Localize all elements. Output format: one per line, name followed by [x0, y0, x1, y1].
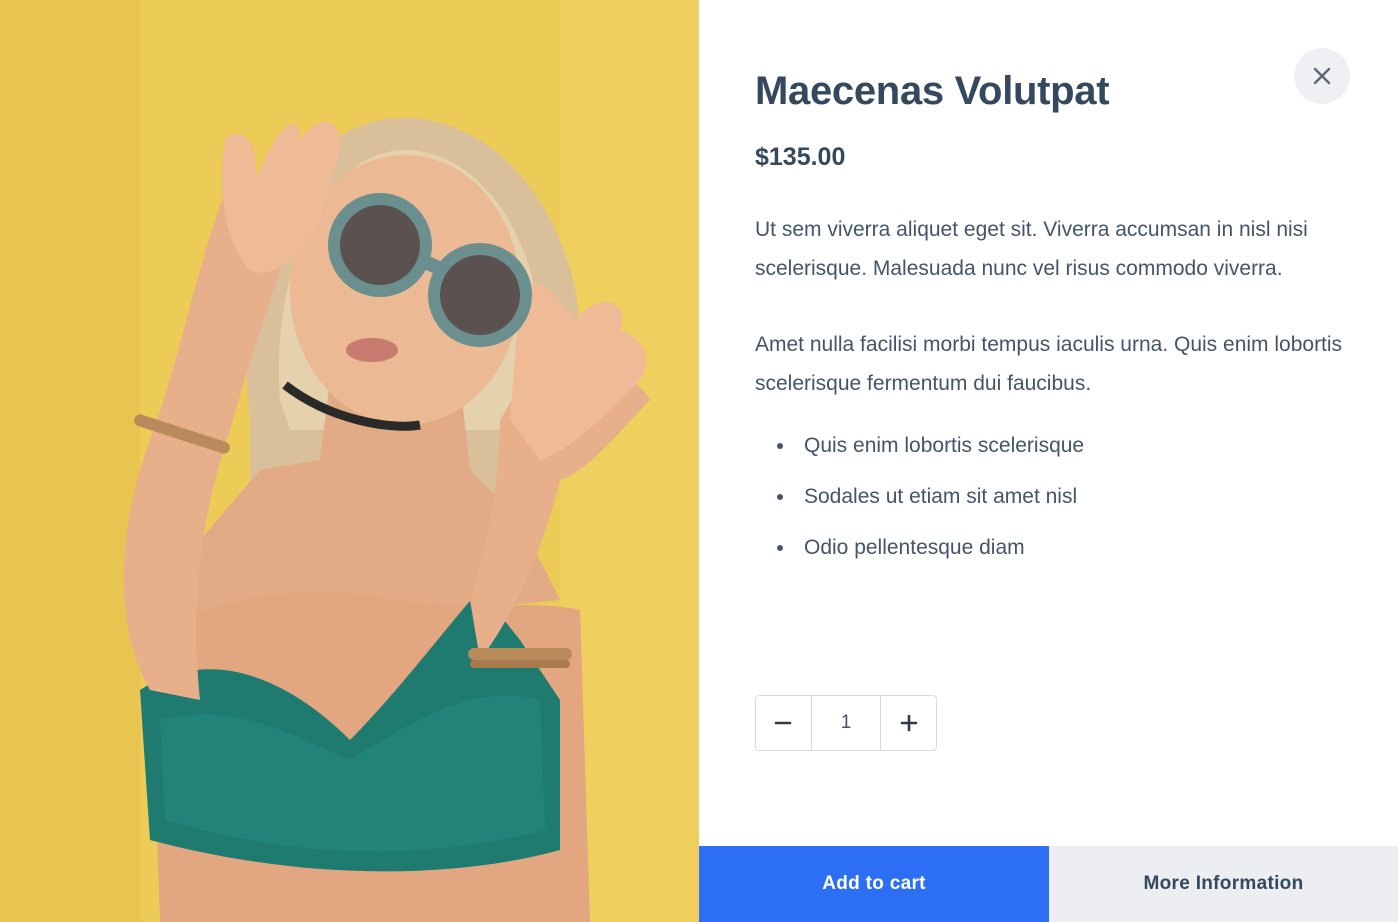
minus-icon	[775, 721, 792, 725]
plus-icon	[900, 714, 917, 732]
feature-list-item: Sodales ut etiam sit amet nisl	[755, 484, 1355, 535]
feature-list: Quis enim lobortis scelerisque Sodales u…	[755, 433, 1355, 586]
modal-actions: Add to cart More Information	[699, 846, 1398, 922]
add-to-cart-button[interactable]: Add to cart	[699, 846, 1049, 922]
feature-text: Sodales ut etiam sit amet nisl	[804, 485, 1078, 508]
feature-text: Quis enim lobortis scelerisque	[804, 434, 1085, 457]
bullet-icon	[777, 443, 783, 449]
product-quick-view-modal: Maecenas Volutpat $135.00 Ut sem viverra…	[0, 0, 1398, 922]
decrement-button[interactable]	[756, 696, 811, 750]
product-photo-illustration	[0, 0, 699, 922]
product-details-panel: Maecenas Volutpat $135.00 Ut sem viverra…	[699, 0, 1398, 922]
product-image	[0, 0, 699, 922]
product-title: Maecenas Volutpat	[755, 69, 1110, 113]
feature-list-item: Quis enim lobortis scelerisque	[755, 433, 1355, 484]
quantity-input[interactable]: 1	[810, 696, 882, 750]
feature-list-item: Odio pellentesque diam	[755, 535, 1355, 586]
quantity-stepper: 1	[755, 695, 937, 751]
increment-button[interactable]	[881, 696, 936, 750]
feature-text: Odio pellentesque diam	[804, 536, 1025, 559]
bullet-icon	[777, 494, 783, 500]
product-description-paragraph: Ut sem viverra aliquet eget sit. Viverra…	[755, 218, 1308, 280]
product-price: $135.00	[755, 143, 846, 171]
product-info: Maecenas Volutpat $135.00 Ut sem viverra…	[755, 66, 1355, 586]
more-information-button[interactable]: More Information	[1049, 846, 1398, 922]
bullet-icon	[777, 545, 783, 551]
product-description-paragraph: Amet nulla facilisi morbi tempus iaculis…	[755, 333, 1343, 395]
